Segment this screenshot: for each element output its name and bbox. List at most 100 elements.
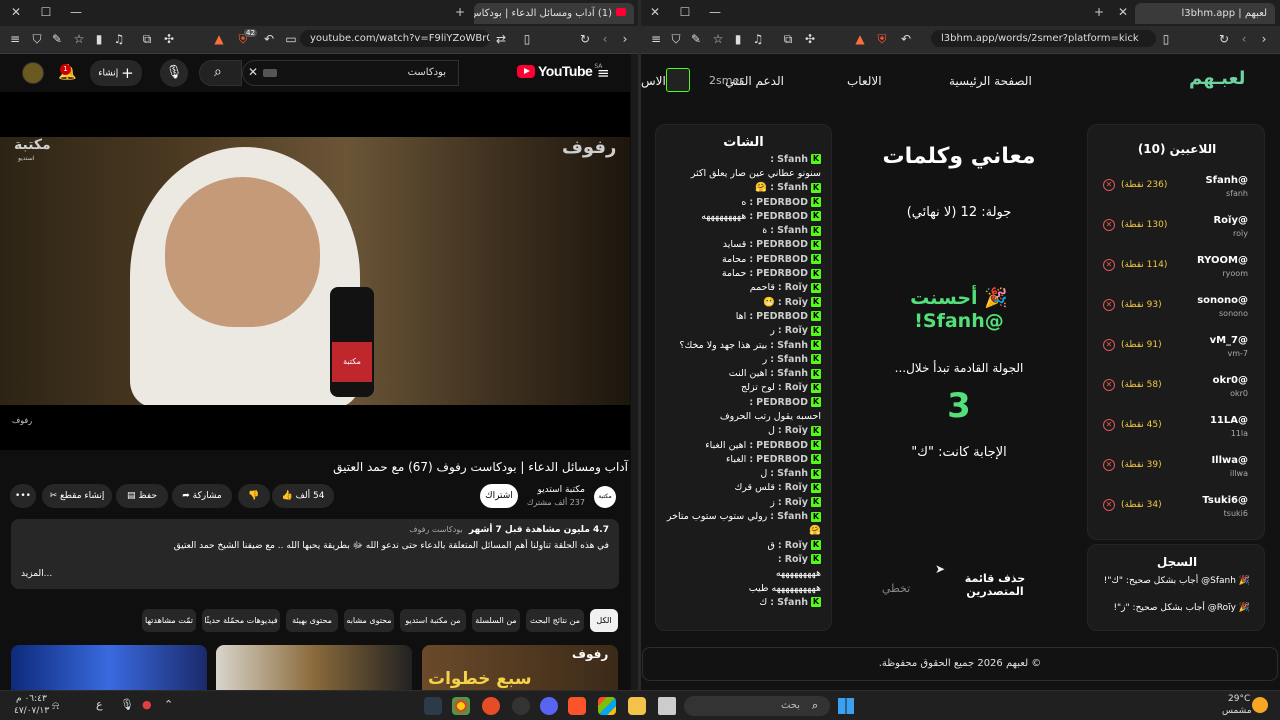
screenshot-icon[interactable]: ⧉ — [140, 32, 154, 46]
brave-shield-icon[interactable]: ⛨ — [875, 32, 889, 46]
link-icon[interactable]: ⇄ — [494, 32, 508, 46]
extension-icon[interactable]: ✎ — [689, 32, 703, 46]
nav-home[interactable]: الصفحة الرئيسية — [949, 74, 1032, 88]
brave-icon[interactable] — [568, 697, 586, 715]
tab-l3bhm[interactable]: لعبهم | l3bhm.app — [1135, 3, 1275, 24]
bookmark-icon[interactable]: ☆ — [711, 32, 725, 46]
maximize-icon[interactable]: ☐ — [677, 5, 693, 19]
back-icon[interactable]: ↶ — [899, 32, 913, 46]
subscribe-button[interactable]: اشتراك — [480, 484, 518, 508]
dislike-button[interactable]: 👎 — [238, 484, 270, 508]
bookmark-icon[interactable]: ☆ — [72, 32, 86, 46]
page-icon[interactable]: ▭ — [284, 32, 298, 46]
channel-name[interactable]: مكتبة استديو — [520, 485, 585, 495]
create-button[interactable]: + إنشاء — [90, 60, 142, 86]
close-window-icon[interactable]: ✕ — [647, 5, 663, 19]
tab-youtube[interactable]: (1) آداب ومسائل الدعاء | بودكاس... — [474, 3, 634, 24]
share-button[interactable]: مشاركة ➦ — [172, 484, 232, 508]
bell-icon[interactable]: ⍾ — [52, 699, 59, 713]
folder-icon[interactable] — [628, 697, 646, 715]
back-nav-icon[interactable]: › — [1257, 32, 1271, 46]
steam-icon[interactable] — [424, 697, 442, 715]
keyboard-icon[interactable] — [263, 69, 277, 77]
app-icon[interactable] — [482, 697, 500, 715]
search-button[interactable]: ⌕ — [199, 60, 242, 86]
reload-icon[interactable]: ↻ — [578, 32, 592, 46]
store-icon[interactable] — [598, 697, 616, 715]
voice-search-button[interactable]: 🎙 — [160, 59, 188, 87]
alert-icon[interactable]: ▲ — [212, 32, 226, 46]
mic-tray-icon[interactable]: 🎙 — [120, 698, 134, 711]
discord-icon[interactable] — [540, 697, 558, 715]
shield-icon[interactable]: ⛉ — [669, 32, 683, 46]
chip-similar[interactable]: محتوى مشابه — [344, 609, 394, 632]
save-button[interactable]: حفظ ▤ — [116, 484, 168, 508]
remove-player-icon[interactable]: ✕ — [1103, 499, 1115, 511]
alert-icon[interactable]: ▲ — [853, 32, 867, 46]
remove-player-icon[interactable]: ✕ — [1103, 339, 1115, 351]
music-icon[interactable]: ♫ — [751, 32, 765, 46]
clip-button[interactable]: إنشاء مقطع ✂ — [42, 484, 112, 508]
close-window-icon[interactable]: ✕ — [8, 5, 24, 19]
save-page-icon[interactable]: ▯ — [1159, 32, 1173, 46]
url-bar[interactable]: l3bhm.app/words/2smer?platform=kick — [931, 30, 1156, 47]
nav-clipped[interactable]: الاس — [641, 74, 666, 88]
clock-date[interactable]: ٤٧/٠٧/١٣ — [14, 706, 49, 716]
chip-channel[interactable]: من مكتبة استديو — [400, 609, 466, 632]
search-bar[interactable]: بحث — [684, 696, 830, 716]
avatar[interactable] — [22, 62, 44, 84]
remove-player-icon[interactable]: ✕ — [1103, 379, 1115, 391]
forward-icon[interactable]: ‹ — [1237, 32, 1251, 46]
chip-all[interactable]: الكل — [590, 609, 618, 632]
more-actions-button[interactable]: ••• — [10, 484, 36, 508]
show-more[interactable]: ...المزيد — [21, 569, 609, 579]
minimize-icon[interactable]: — — [68, 5, 84, 19]
screenshot-icon[interactable]: ⧉ — [781, 32, 795, 46]
chip-series[interactable]: من السلسلة — [472, 609, 520, 632]
youtube-logo[interactable]: YouTube SA — [517, 63, 602, 79]
channel-avatar[interactable]: مكتبة — [594, 486, 616, 508]
sun-icon[interactable] — [1252, 697, 1268, 713]
minimize-icon[interactable]: — — [707, 5, 723, 19]
language-indicator[interactable]: ع — [96, 698, 103, 711]
music-icon[interactable]: ♫ — [112, 32, 126, 46]
thumbnail[interactable] — [216, 645, 412, 690]
remove-player-icon[interactable]: ✕ — [1103, 259, 1115, 271]
extension-icon[interactable]: ✎ — [50, 32, 64, 46]
forward-icon[interactable]: ‹ — [598, 32, 612, 46]
new-tab-icon[interactable]: + — [1091, 5, 1107, 19]
chrome-icon[interactable] — [452, 697, 470, 715]
clear-leaderboard-button[interactable]: حذف قائمة المتصدرين — [959, 572, 1031, 598]
remove-player-icon[interactable]: ✕ — [1103, 419, 1115, 431]
back-nav-icon[interactable]: › — [618, 32, 632, 46]
github-icon[interactable] — [512, 697, 530, 715]
shield-icon[interactable]: ⛉ — [30, 32, 44, 46]
sidebar-icon[interactable]: ▮ — [92, 32, 106, 46]
back-icon[interactable]: ↶ — [262, 32, 276, 46]
nav-games[interactable]: الالعاب — [847, 74, 882, 88]
chip-recent[interactable]: فيديوهات محمّلة حديثًا — [202, 609, 280, 632]
menu-icon[interactable]: ≡ — [649, 32, 663, 46]
url-bar[interactable]: youtube.com/watch?v=F9liYZoWBr0&t=4s — [300, 30, 490, 47]
thumbnail[interactable] — [11, 645, 207, 690]
remove-player-icon[interactable]: ✕ — [1103, 459, 1115, 471]
chip-search-results[interactable]: من نتائج البحث — [526, 609, 584, 632]
sidebar-icon[interactable]: ▮ — [731, 32, 745, 46]
thumbnail[interactable]: رفوف سبع خطوات — [422, 645, 618, 690]
chevron-up-icon[interactable]: ⌃ — [164, 698, 173, 711]
user-avatar[interactable] — [666, 68, 690, 92]
close-tab-icon[interactable]: ✕ — [1115, 5, 1131, 19]
skip-button[interactable]: تخطي — [871, 582, 921, 595]
menu-icon[interactable]: ≡ — [8, 32, 22, 46]
clear-search-icon[interactable]: ✕ — [248, 65, 258, 79]
video-player[interactable]: مكتبة رفوف مكتبة استديو رفوف — [0, 92, 630, 450]
description-box[interactable]: 4.7 مليون مشاهدة قبل 7 أشهر بودكاست رفوف… — [11, 519, 619, 589]
maximize-icon[interactable]: ☐ — [38, 5, 54, 19]
puzzle-icon[interactable]: ✣ — [162, 32, 176, 46]
remove-player-icon[interactable]: ✕ — [1103, 299, 1115, 311]
record-icon[interactable]: ● — [142, 698, 152, 711]
chip-watched[interactable]: تمّت مشاهدتها — [142, 609, 196, 632]
windows-start-icon[interactable] — [838, 698, 854, 714]
remove-player-icon[interactable]: ✕ — [1103, 219, 1115, 231]
new-tab-icon[interactable]: + — [452, 5, 468, 19]
